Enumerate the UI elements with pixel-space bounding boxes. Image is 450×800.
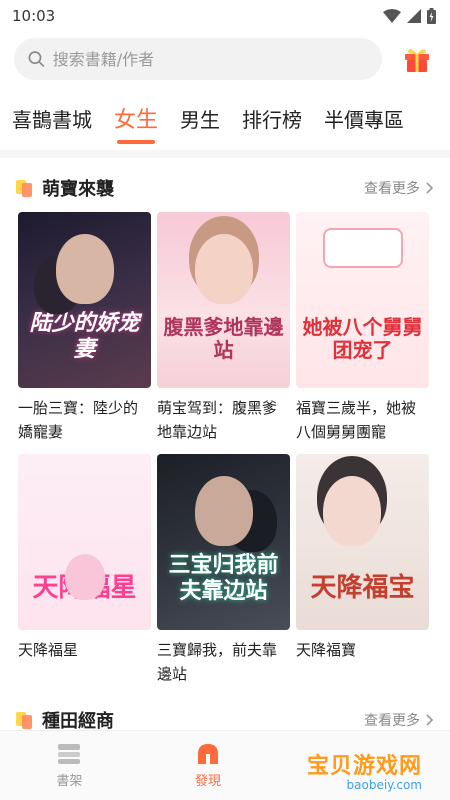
cover-title: 三宝归我前夫靠边站 [168, 553, 279, 604]
book-cover[interactable]: 天降福宝 [296, 454, 429, 630]
category-tabs: 喜鵲書城 女生 男生 排行榜 半價專區 [0, 96, 450, 140]
see-more-link[interactable]: 查看更多 [364, 178, 434, 198]
book-card[interactable]: 三宝归我前夫靠边站 三寶歸我，前夫靠邊站 [157, 454, 290, 696]
cover-title: 陆少的娇宠妻 [29, 311, 140, 362]
book-card[interactable]: 陆少的娇宠妻 一胎三寶：陸少的嬌寵妻 [18, 212, 151, 454]
status-icons [383, 8, 436, 24]
book-card[interactable]: 天降福星 天降福星 [18, 454, 151, 696]
watermark-text: 宝贝游戏网 [306, 754, 422, 779]
book-cover[interactable]: 陆少的娇宠妻 [18, 212, 151, 388]
book-title[interactable]: 天降福寶 [296, 638, 429, 686]
book-cover[interactable]: 她被八个舅舅团宠了 [296, 212, 429, 388]
cover-figure [322, 228, 403, 268]
section-mark-icon [16, 180, 34, 197]
cover-figure [55, 234, 114, 304]
cover-figure [64, 554, 105, 600]
see-more-link[interactable]: 查看更多 [364, 710, 434, 730]
section-title: 萌寶來襲 [16, 175, 114, 201]
watermark: 宝贝游戏网 baobeiy.com [307, 748, 422, 792]
book-grid: 陆少的娇宠妻 一胎三寶：陸少的嬌寵妻 腹黑爹地靠邊站 萌宝驾到：腹黑爹地靠边站 … [0, 212, 450, 696]
see-more-label: 查看更多 [364, 713, 420, 729]
tab-ranking[interactable]: 排行榜 [242, 104, 302, 133]
search-row [0, 32, 450, 82]
cover-title: 她被八个舅舅团宠了 [302, 315, 423, 362]
search-input[interactable] [52, 49, 368, 69]
tab-male[interactable]: 男生 [180, 104, 220, 133]
cover-figure [194, 476, 253, 546]
book-title[interactable]: 天降福星 [18, 638, 151, 686]
search-icon [28, 51, 45, 67]
book-cover[interactable]: 三宝归我前夫靠边站 [157, 454, 290, 630]
section-mark-icon [16, 712, 34, 729]
search-box[interactable] [14, 38, 382, 80]
nav-discover-label: 發現 [195, 774, 222, 789]
book-cover[interactable]: 腹黑爹地靠邊站 [157, 212, 290, 388]
cover-figure [322, 476, 381, 546]
divider [0, 150, 450, 158]
chevron-right-icon [426, 182, 434, 194]
tab-female[interactable]: 女生 [114, 102, 158, 134]
nav-bookshelf[interactable]: 書架 [56, 742, 82, 789]
book-title[interactable]: 一胎三寶：陸少的嬌寵妻 [18, 396, 151, 444]
nav-bookshelf-label: 書架 [56, 774, 83, 789]
book-title[interactable]: 福寶三歲半，她被八個舅舅團寵 [296, 396, 429, 444]
nav-discover[interactable]: 發現 [195, 742, 221, 789]
cover-title: 腹黑爹地靠邊站 [163, 315, 284, 362]
book-card[interactable]: 她被八个舅舅团宠了 福寶三歲半，她被八個舅舅團寵 [296, 212, 429, 454]
book-title[interactable]: 萌宝驾到：腹黑爹地靠边站 [157, 396, 290, 444]
see-more-label: 查看更多 [364, 181, 420, 197]
tab-half-price[interactable]: 半價專區 [324, 104, 404, 133]
watermark-url: baobeiy.com [346, 778, 422, 792]
gift-icon [405, 49, 429, 72]
battery-icon [427, 8, 436, 24]
status-time: 10:03 [12, 7, 56, 25]
section-title-text: 萌寶來襲 [42, 179, 114, 200]
section-header: 萌寶來襲 查看更多 [0, 164, 450, 212]
discover-icon [198, 744, 218, 764]
tab-bookstore[interactable]: 喜鵲書城 [12, 104, 92, 133]
cover-title: 天降福宝 [310, 573, 415, 604]
bookshelf-icon [58, 744, 81, 764]
chevron-right-icon [426, 714, 434, 726]
book-card[interactable]: 腹黑爹地靠邊站 萌宝驾到：腹黑爹地靠边站 [157, 212, 290, 454]
wifi-icon [383, 9, 401, 23]
book-card[interactable]: 天降福宝 天降福寶 [296, 454, 429, 696]
gift-button[interactable] [400, 42, 434, 76]
status-bar: 10:03 [0, 0, 450, 32]
book-cover[interactable]: 天降福星 [18, 454, 151, 630]
signal-icon [407, 9, 421, 23]
book-title[interactable]: 三寶歸我，前夫靠邊站 [157, 638, 290, 686]
cover-figure [194, 234, 253, 304]
